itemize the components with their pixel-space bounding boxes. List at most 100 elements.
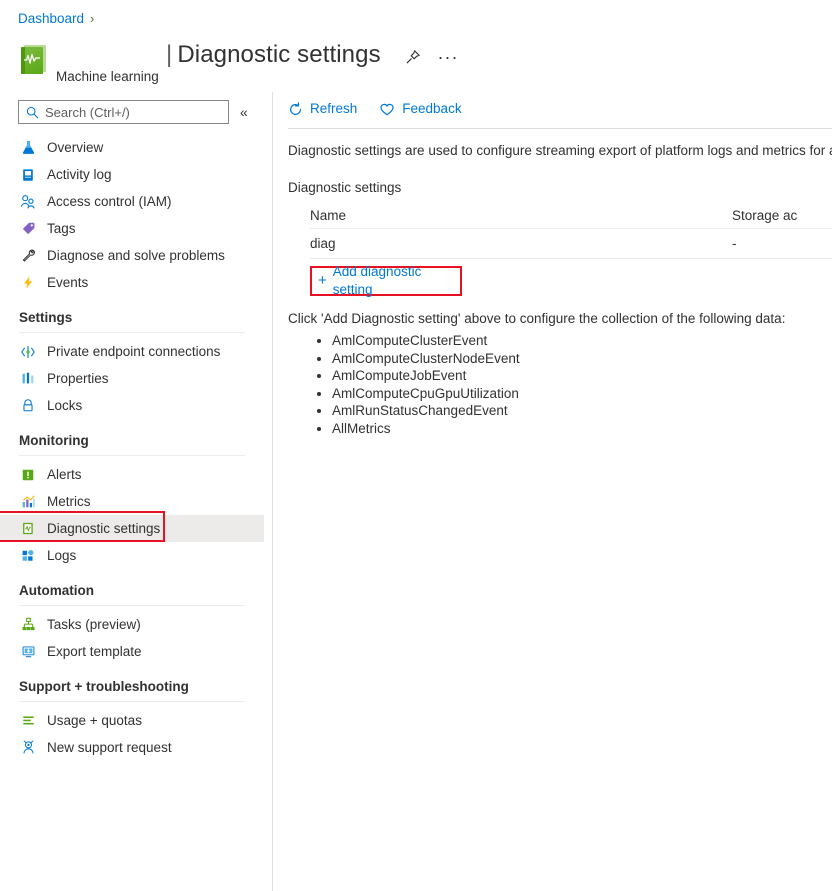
sidebar-item-label: Overview: [47, 139, 104, 155]
sidebar-item-access-control[interactable]: Access control (IAM): [0, 188, 272, 215]
column-header-storage-account[interactable]: Storage ac: [732, 208, 832, 223]
refresh-label: Refresh: [310, 101, 358, 116]
sidebar-item-metrics[interactable]: Metrics: [0, 488, 272, 515]
sidebar-item-label: Private endpoint connections: [47, 343, 221, 359]
sidebar-item-label: Events: [47, 274, 89, 290]
sidebar-item-private-endpoint-connections[interactable]: Private endpoint connections: [0, 338, 272, 365]
search-box[interactable]: [18, 100, 229, 124]
cell-name: diag: [310, 236, 336, 251]
alerts-icon: [19, 466, 37, 484]
more-options-icon[interactable]: ···: [437, 46, 459, 68]
configuration-hint: Click 'Add Diagnostic setting' above to …: [288, 311, 786, 326]
sidebar-item-label: Logs: [47, 547, 77, 563]
table-header-row: Name Storage ac: [310, 203, 832, 229]
sidebar-item-label: Tags: [47, 220, 76, 236]
private-endpoint-icon: [19, 343, 37, 361]
list-item: AmlRunStatusChangedEvent: [332, 402, 520, 420]
breadcrumb: Dashboard ›: [18, 11, 94, 27]
activity-log-icon: [19, 166, 37, 184]
list-item: AllMetrics: [332, 420, 520, 438]
sidebar: Overview Activity log Access control (IA…: [0, 134, 272, 891]
feedback-button[interactable]: Feedback: [379, 100, 462, 118]
sidebar-item-tasks[interactable]: Tasks (preview): [0, 611, 272, 638]
add-diagnostic-setting-highlight: + Add diagnostic setting: [310, 263, 462, 299]
cell-storage-account: -: [731, 236, 737, 251]
machine-learning-icon: [19, 44, 49, 74]
sidebar-item-label: Diagnostic settings: [47, 520, 161, 536]
refresh-icon: [290, 101, 301, 115]
sidebar-section-rule: [19, 455, 245, 456]
table-row[interactable]: diag -: [310, 229, 832, 259]
sidebar-item-usage-quotas[interactable]: Usage + quotas: [0, 707, 272, 734]
sidebar-item-export-template[interactable]: Export template: [0, 638, 272, 665]
list-item: AmlComputeJobEvent: [332, 367, 520, 385]
pin-icon[interactable]: [402, 46, 424, 68]
sidebar-item-new-support-request[interactable]: New support request: [0, 734, 272, 761]
diagnostic-settings-table: Name Storage ac diag -: [310, 203, 832, 259]
list-item: AmlComputeClusterNodeEvent: [332, 350, 520, 368]
logs-icon: [19, 547, 37, 565]
lock-icon: [19, 397, 37, 415]
page-title-bar: |: [166, 41, 173, 68]
wrench-icon: [19, 247, 37, 265]
sidebar-item-logs[interactable]: Logs: [0, 542, 272, 569]
sidebar-item-label: Access control (IAM): [47, 193, 172, 209]
sidebar-item-label: Properties: [47, 370, 109, 386]
command-bar-divider: [288, 128, 832, 129]
section-label-diagnostic-settings: Diagnostic settings: [288, 180, 402, 195]
sidebar-item-events[interactable]: Events: [0, 269, 272, 296]
sidebar-section-rule: [19, 701, 245, 702]
waveform-glyph: [24, 53, 40, 64]
refresh-button[interactable]: Refresh: [288, 100, 357, 118]
plus-icon: +: [318, 272, 327, 289]
list-item: AmlComputeCpuGpuUtilization: [332, 385, 520, 403]
collectable-data-list: AmlComputeClusterEvent AmlComputeCluster…: [310, 332, 520, 437]
metrics-icon: [19, 493, 37, 511]
sidebar-item-activity-log[interactable]: Activity log: [0, 161, 272, 188]
search-input[interactable]: [45, 104, 210, 120]
sidebar-item-alerts[interactable]: Alerts: [0, 461, 272, 488]
search-icon: [26, 106, 39, 118]
sidebar-item-label: Export template: [47, 643, 142, 659]
tasks-icon: [19, 616, 37, 634]
sidebar-item-overview[interactable]: Overview: [0, 134, 272, 161]
sidebar-item-label: Diagnose and solve problems: [47, 247, 225, 263]
sidebar-item-label: Alerts: [47, 466, 82, 482]
add-diagnostic-setting-label: Add diagnostic setting: [332, 264, 422, 297]
tags-icon: [19, 220, 37, 238]
sidebar-item-label: Tasks (preview): [47, 616, 141, 632]
sidebar-item-label: Usage + quotas: [47, 712, 142, 728]
breadcrumb-separator-icon: ›: [90, 11, 95, 26]
collapse-sidebar-icon[interactable]: «: [240, 102, 248, 122]
diagnostic-settings-icon: [19, 520, 37, 538]
sidebar-section-rule: [19, 332, 245, 333]
azure-portal-page: Dashboard › Machine learning | Diagnostic…: [0, 0, 832, 891]
sidebar-item-tags[interactable]: Tags: [0, 215, 272, 242]
page-title: | Diagnostic settings: [166, 41, 381, 69]
properties-icon: [19, 370, 37, 388]
sidebar-section-title: Automation: [19, 583, 94, 598]
column-header-name[interactable]: Name: [310, 208, 732, 223]
sidebar-section-title: Support + troubleshooting: [19, 679, 189, 694]
sidebar-item-label: Locks: [47, 397, 83, 413]
feedback-label: Feedback: [402, 101, 462, 116]
sidebar-item-label: Activity log: [47, 166, 112, 182]
resource-name: Machine learning: [56, 69, 159, 84]
sidebar-item-diagnose-solve[interactable]: Diagnose and solve problems: [0, 242, 272, 269]
sidebar-item-label: New support request: [47, 739, 172, 755]
add-diagnostic-setting-button[interactable]: + Add diagnostic setting: [318, 263, 460, 299]
list-item: AmlComputeClusterEvent: [332, 332, 520, 350]
sidebar-section-title: Settings: [19, 310, 73, 325]
sidebar-item-diagnostic-settings[interactable]: Diagnostic settings: [0, 511, 264, 542]
sidebar-divider: [272, 92, 273, 891]
usage-quotas-icon: [19, 712, 37, 730]
export-template-icon: [19, 643, 37, 661]
page-title-text: Diagnostic settings: [177, 41, 381, 68]
breadcrumb-dashboard-link[interactable]: Dashboard: [18, 11, 84, 27]
support-request-icon: [19, 739, 37, 757]
sidebar-section-rule: [19, 605, 245, 606]
sidebar-item-locks[interactable]: Locks: [0, 392, 272, 419]
overview-icon: [19, 139, 37, 157]
sidebar-item-properties[interactable]: Properties: [0, 365, 272, 392]
access-control-icon: [19, 193, 37, 211]
